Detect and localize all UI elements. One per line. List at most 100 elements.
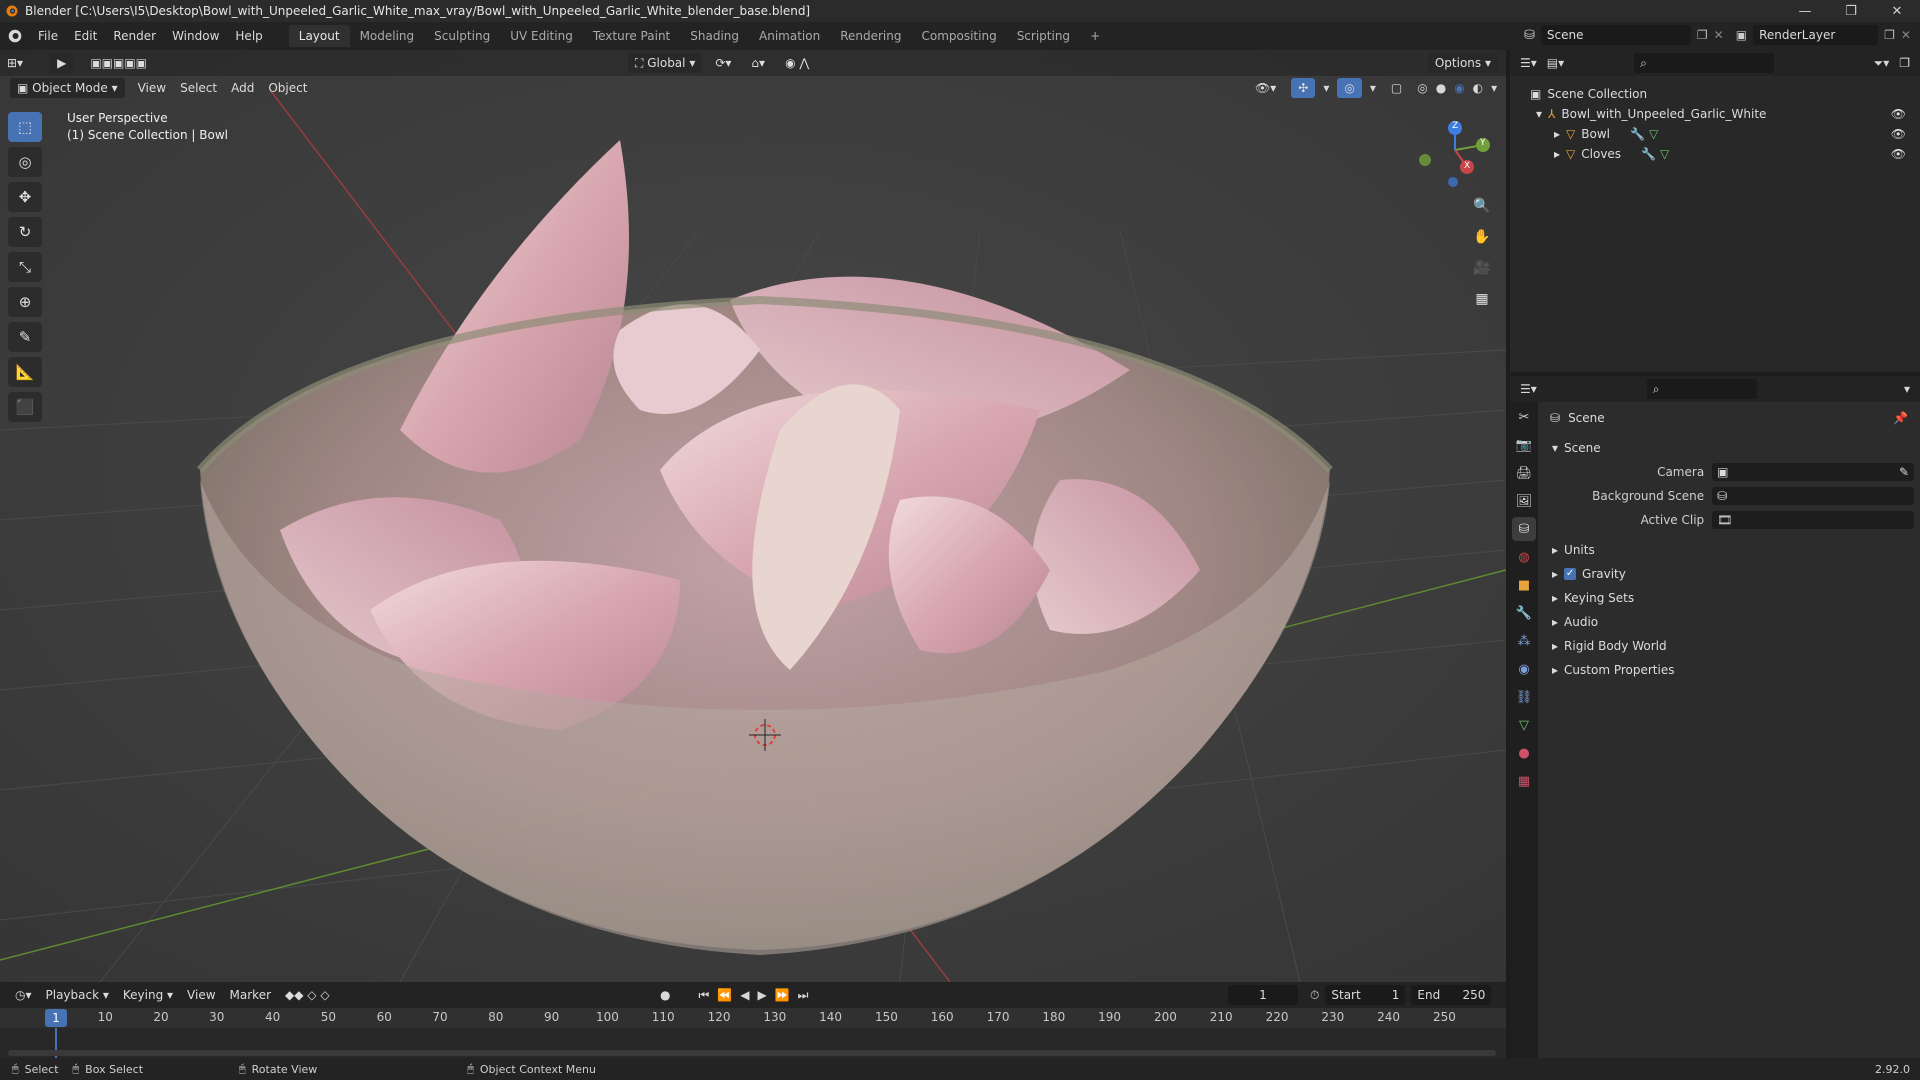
jump-next-key-icon[interactable]: ⏩ — [775, 988, 790, 1002]
menu-render[interactable]: Render — [105, 25, 164, 47]
tab-compositing[interactable]: Compositing — [911, 25, 1006, 47]
new-scene-icon[interactable]: ❐ — [1697, 28, 1708, 42]
scene-icon[interactable]: ⛁ — [1524, 28, 1535, 43]
overlays-dropdown-icon[interactable]: ▾ — [1370, 81, 1376, 95]
remove-scene-icon[interactable]: ✕ — [1714, 28, 1724, 42]
menu-help[interactable]: Help — [227, 25, 270, 47]
menu-view[interactable]: View — [131, 78, 173, 98]
audio-panel[interactable]: ▸ Audio — [1544, 610, 1914, 634]
jump-prev-key-icon[interactable]: ⏪ — [717, 988, 732, 1002]
end-frame-field[interactable]: End 250 — [1411, 985, 1492, 1005]
visibility-eye-icon[interactable]: 👁 — [1891, 127, 1906, 141]
proportional-editing-icon[interactable]: ◉ ⋀ — [778, 53, 816, 73]
menu-select[interactable]: Select — [173, 78, 224, 98]
expand-arrow-icon[interactable]: ▸ — [1554, 127, 1560, 141]
scene-panel-header[interactable]: ▾ Scene — [1544, 436, 1914, 460]
overlays-toggle-icon[interactable]: ◎ — [1337, 78, 1362, 98]
eyedropper-icon[interactable]: ✎ — [1899, 465, 1909, 479]
tab-rendering[interactable]: Rendering — [830, 25, 911, 47]
menu-object[interactable]: Object — [261, 78, 314, 98]
expand-arrow-icon[interactable]: ▸ — [1554, 147, 1560, 161]
editor-type-icon[interactable]: ⊞▾ — [0, 53, 30, 73]
start-frame-field[interactable]: Start 1 — [1325, 985, 1406, 1005]
outliner-editor-icon[interactable]: ☰▾ — [1520, 56, 1537, 70]
3d-viewport[interactable]: Z Y X ⊞▾ ▶ ▣▣▣▣▣ ⛶ Global ▾ ⟳▾ ⌂▾ ◉ ⋀ Op… — [0, 50, 1506, 982]
scene-tab-icon[interactable]: ⛁ — [1512, 517, 1536, 541]
play-icon[interactable]: ▶ — [757, 988, 766, 1002]
menu-timeline-view[interactable]: View — [180, 985, 222, 1005]
visibility-icon[interactable]: 👁▾ — [1248, 78, 1283, 98]
pan-hand-icon[interactable]: ✋ — [1468, 223, 1496, 251]
perspective-toggle-icon[interactable]: ▦ — [1468, 285, 1496, 313]
texture-tab-icon[interactable]: ▦ — [1512, 769, 1536, 793]
gizmo-toggle-icon[interactable]: ✣ — [1291, 78, 1316, 98]
menu-marker[interactable]: Marker — [223, 985, 278, 1005]
rotate-tool-icon[interactable]: ↻ — [8, 217, 42, 247]
rendered-shading-icon[interactable]: ◐ — [1473, 81, 1483, 95]
scene-selector[interactable]: Scene — [1540, 25, 1691, 45]
pin-icon[interactable]: 📌 — [1893, 411, 1908, 425]
units-panel[interactable]: ▸ Units — [1544, 538, 1914, 562]
data-tab-icon[interactable]: ▽ — [1512, 713, 1536, 737]
gravity-checkbox[interactable]: ✓ — [1564, 568, 1577, 580]
menu-file[interactable]: File — [30, 25, 66, 47]
outliner[interactable]: ☰▾ ▤▾ ⌕ ⏷▾ ❐ ▣ Scene Collection ▾ ⅄ Bowl… — [1510, 50, 1920, 372]
close-button[interactable]: ✕ — [1874, 0, 1920, 22]
outliner-row-cloves[interactable]: ▸ ▽ Cloves 🔧 ▽ 👁 — [1510, 144, 1920, 164]
object-mode-dropdown[interactable]: ▣ Object Mode ▾ — [10, 78, 125, 98]
active-clip-field[interactable]: 🎞 — [1712, 511, 1914, 529]
menu-edit[interactable]: Edit — [66, 25, 105, 47]
output-tab-icon[interactable]: 🖨 — [1512, 461, 1536, 485]
outliner-row-bowl[interactable]: ▸ ▽ Bowl 🔧 ▽ 👁 — [1510, 124, 1920, 144]
menu-playback[interactable]: Playback ▾ — [39, 985, 116, 1005]
render-layer-selector[interactable]: RenderLayer — [1753, 25, 1879, 45]
scale-tool-icon[interactable]: ⤡ — [8, 252, 42, 282]
jump-start-icon[interactable]: ⏮ — [698, 988, 709, 1003]
menu-window[interactable]: Window — [164, 25, 227, 47]
rigid-body-world-panel[interactable]: ▸ Rigid Body World — [1544, 634, 1914, 658]
tab-uv-editing[interactable]: UV Editing — [500, 25, 583, 47]
transform-orientation-dropdown[interactable]: ⛶ Global ▾ — [628, 53, 703, 73]
auto-key-record-icon[interactable]: ● — [660, 988, 670, 1002]
camera-view-icon[interactable]: 🎥 — [1468, 254, 1496, 282]
tab-modeling[interactable]: Modeling — [350, 25, 425, 47]
properties-editor[interactable]: ☰▾ ⌕ ▾ ✂ 📷 🖨 🖼 ⛁ ◍ ■ 🔧 ⁂ ◉ ⛓ ▽ ● ▦ ⛁ Sce… — [1510, 376, 1920, 1068]
tab-sculpting[interactable]: Sculpting — [424, 25, 500, 47]
select-mode-icons[interactable]: ▣▣▣▣▣ — [83, 53, 154, 73]
gravity-panel[interactable]: ▸ ✓ Gravity — [1544, 562, 1914, 586]
material-tab-icon[interactable]: ● — [1512, 741, 1536, 765]
annotate-tool-icon[interactable]: ✎ — [8, 322, 42, 352]
keyframe-icons[interactable]: ◆◆ ◇ ◇ — [278, 985, 337, 1005]
display-mode-icon[interactable]: ▤▾ — [1547, 56, 1564, 70]
timeline-editor-icon[interactable]: ◷▾ — [8, 985, 39, 1005]
wireframe-shading-icon[interactable]: ◎ — [1417, 81, 1427, 95]
solid-shading-icon[interactable]: ● — [1436, 81, 1446, 95]
select-box-tool-icon[interactable]: ⬚ — [8, 112, 42, 142]
new-collection-icon[interactable]: ❐ — [1899, 56, 1910, 70]
view-layer-tab-icon[interactable]: 🖼 — [1512, 489, 1536, 513]
snap-icon[interactable]: ⌂▾ — [744, 53, 772, 73]
background-scene-field[interactable]: ⛁ — [1712, 487, 1914, 505]
transform-tool-icon[interactable]: ⊕ — [8, 287, 42, 317]
tab-scripting[interactable]: Scripting — [1007, 25, 1080, 47]
tab-texture-paint[interactable]: Texture Paint — [583, 25, 680, 47]
keying-sets-panel[interactable]: ▸ Keying Sets — [1544, 586, 1914, 610]
properties-editor-icon[interactable]: ☰▾ — [1520, 382, 1537, 396]
menu-keying[interactable]: Keying ▾ — [116, 985, 180, 1005]
visibility-eye-icon[interactable]: 👁 — [1891, 147, 1906, 161]
custom-properties-panel[interactable]: ▸ Custom Properties — [1544, 658, 1914, 682]
properties-search-input[interactable]: ⌕ — [1646, 379, 1757, 399]
expand-arrow-icon[interactable]: ▾ — [1536, 107, 1542, 121]
modifier-tab-icon[interactable]: 🔧 — [1512, 601, 1536, 625]
render-layer-icon[interactable]: ▣ — [1736, 28, 1747, 42]
frame-ruler[interactable]: 1 10 20 30 40 50 60 70 80 90 100 110 120 130 140 150 16… — [0, 1008, 1506, 1028]
move-tool-icon[interactable]: ✥ — [8, 182, 42, 212]
current-frame-field[interactable]: 1 — [1228, 985, 1298, 1005]
pivot-point-icon[interactable]: ⟳▾ — [708, 53, 738, 73]
timeline[interactable]: ◷▾ Playback ▾ Keying ▾ View Marker ◆◆ ◇ … — [0, 982, 1506, 1068]
tool-tab-icon[interactable]: ✂ — [1512, 405, 1536, 429]
filter-icon[interactable]: ⏷▾ — [1874, 56, 1890, 71]
jump-end-icon[interactable]: ⏭ — [798, 988, 809, 1003]
new-layer-icon[interactable]: ❐ — [1884, 28, 1895, 42]
viewport-scene[interactable] — [0, 50, 1506, 982]
